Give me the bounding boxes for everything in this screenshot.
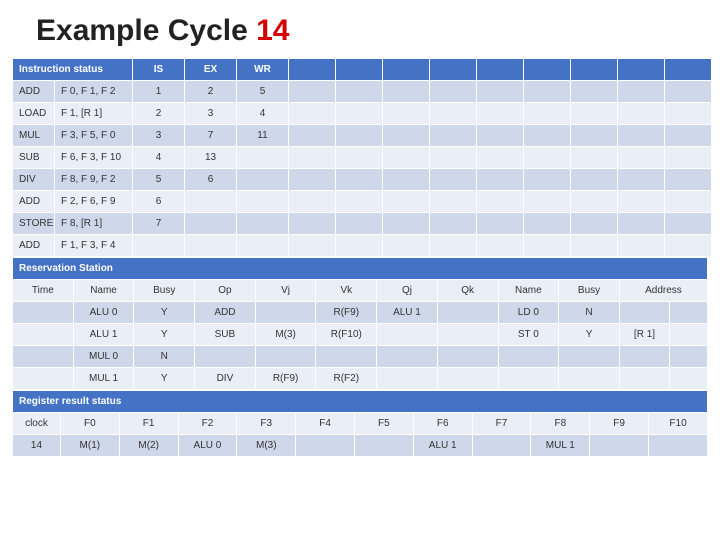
table-row: ALU 0YADDR(F9)ALU 1LD 0N [13,302,708,324]
register-status-table: Register result status clock F0 F1 F2 F3… [12,390,708,457]
col-header: EX [185,59,237,81]
table-row: LOAD F 1, [R 1] 2 3 4 [13,103,712,125]
table-row: ALU 1YSUBM(3)R(F10)ST 0Y[R 1] [13,324,708,346]
col-header: IS [133,59,185,81]
section-header-row: Register result status [13,391,708,413]
table-row: MUL 1YDIVR(F9)R(F2) [13,368,708,390]
table-row: ADD F 1, F 3, F 4 [13,235,712,257]
table-header-row: Time Name Busy Op Vj Vk Qj Qk Name Busy … [13,280,708,302]
page-title: Example Cycle 14 [0,0,720,58]
table-row: SUB F 6, F 3, F 10 4 13 [13,147,712,169]
table-row: 14 M(1) M(2) ALU 0 M(3) ALU 1 MUL 1 [13,435,708,457]
section-header-row: Reservation Station [13,258,708,280]
table-row: ADD F 0, F 1, F 2 1 2 5 [13,81,712,103]
title-number: 14 [256,14,289,47]
col-header: Instruction status [13,59,133,81]
reservation-station-table: Reservation Station Time Name Busy Op Vj… [12,257,708,390]
table-row: ADD F 2, F 6, F 9 6 [13,191,712,213]
table-row: MUL F 3, F 5, F 0 3 7 11 [13,125,712,147]
section-title: Register result status [13,391,708,413]
instruction-status-table: Instruction status IS EX WR ADD F 0, F 1… [12,58,712,257]
table-row: STORE F 8, [R 1] 7 [13,213,712,235]
table-row: MUL 0N [13,346,708,368]
col-header: WR [237,59,289,81]
title-text: Example Cycle [36,14,256,47]
table-header-row: clock F0 F1 F2 F3 F4 F5 F6 F7 F8 F9 F10 [13,413,708,435]
table-header-row: Instruction status IS EX WR [13,59,712,81]
table-row: DIV F 8, F 9, F 2 5 6 [13,169,712,191]
section-title: Reservation Station [13,258,708,280]
